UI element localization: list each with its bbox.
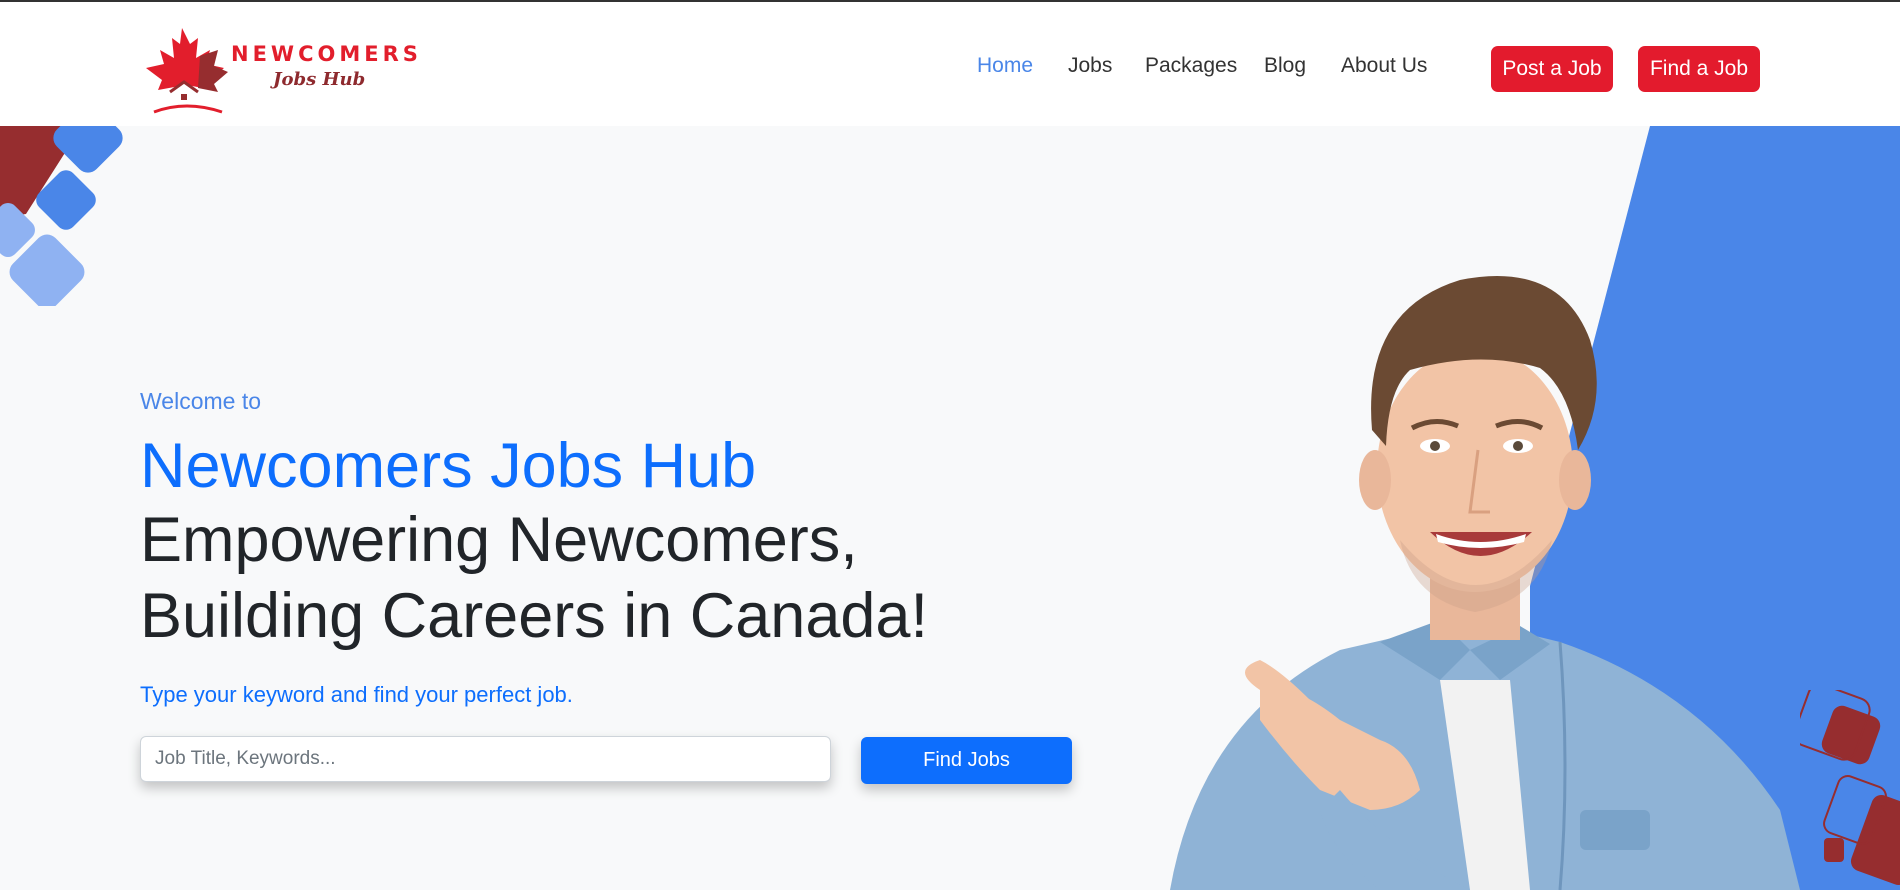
- brand-name: NEWCOMERS: [231, 42, 422, 66]
- nav-about-us[interactable]: About Us: [1341, 54, 1427, 78]
- decorative-shapes: [0, 126, 123, 306]
- brand-logo[interactable]: NEWCOMERS Jobs Hub: [140, 26, 418, 116]
- brand-tagline: Jobs Hub: [273, 69, 366, 90]
- maple-leaf-icon: [146, 28, 228, 114]
- nav-jobs[interactable]: Jobs: [1068, 54, 1112, 78]
- nav-home[interactable]: Home: [977, 54, 1033, 78]
- welcome-text: Welcome to: [140, 388, 262, 414]
- job-search-input[interactable]: [140, 736, 831, 782]
- hero-person-image: [1170, 276, 1800, 890]
- hero-title: Newcomers Jobs Hub: [140, 431, 757, 501]
- nav-packages[interactable]: Packages: [1145, 54, 1237, 78]
- hero-headline-line2: Building Careers in Canada!: [140, 581, 928, 651]
- post-job-button[interactable]: Post a Job: [1491, 46, 1613, 92]
- find-jobs-button[interactable]: Find Jobs: [861, 737, 1072, 784]
- nav-blog[interactable]: Blog: [1264, 54, 1306, 78]
- decorative-shapes-right: [1800, 690, 1900, 886]
- site-header: NEWCOMERS Jobs Hub Home Jobs Packages Bl…: [0, 2, 1900, 126]
- find-job-button[interactable]: Find a Job: [1638, 46, 1760, 92]
- hero-subtitle: Type your keyword and find your perfect …: [140, 682, 573, 707]
- hero-headline: Empowering Newcomers, Building Careers i…: [140, 502, 928, 654]
- hero-headline-line1: Empowering Newcomers,: [140, 505, 858, 575]
